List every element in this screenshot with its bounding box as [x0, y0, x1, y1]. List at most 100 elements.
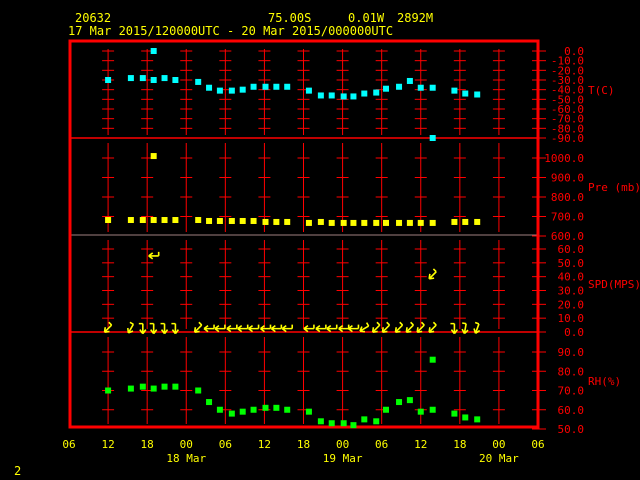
y-tick-label: 10.0 [558, 312, 585, 325]
pressure-point [373, 219, 380, 226]
humidity-point [284, 406, 291, 413]
y-tick-label: 80.0 [558, 365, 585, 378]
wind-arrow [338, 324, 350, 333]
wind-arrow [461, 322, 469, 335]
y-tick-label: 30.0 [558, 285, 585, 298]
temperature-point [406, 77, 413, 84]
humidity-point [206, 399, 213, 406]
wind-arrow [270, 324, 283, 333]
temperature-point [373, 89, 380, 96]
wind-arrow [193, 321, 203, 333]
temperature-point [172, 77, 179, 83]
humidity-point [172, 383, 179, 390]
pressure-point [150, 153, 157, 160]
x-date-label: 20 Mar [479, 452, 519, 465]
humidity-point [250, 406, 257, 413]
humidity-point [105, 387, 112, 394]
temperature-point [328, 92, 335, 99]
y-tick-label: 50.0 [558, 257, 585, 270]
pressure-point [195, 217, 202, 224]
y-tick-label: 0.0 [564, 326, 584, 339]
temperature-point [396, 83, 403, 90]
wind-arrow [315, 324, 327, 333]
panel-label-temperature: T(C) [588, 84, 615, 97]
pressure-point [250, 217, 257, 224]
wind-arrow [303, 324, 315, 333]
x-tick-label: 18 [297, 438, 310, 451]
humidity-point [239, 408, 246, 415]
wind-arrow [126, 321, 135, 334]
humidity-point [474, 416, 481, 423]
humidity-point [273, 404, 280, 411]
humidity-point [262, 404, 269, 411]
pressure-point [429, 219, 436, 226]
humidity-point [340, 420, 347, 427]
pressure-point [305, 219, 312, 226]
x-tick-label: 12 [101, 438, 114, 451]
pressure-point [127, 217, 134, 224]
temperature-point [383, 85, 390, 92]
temperature-point [451, 87, 458, 94]
y-tick-label: 70.0 [558, 385, 585, 398]
pressure-point [206, 217, 213, 224]
pressure-point [228, 217, 235, 224]
x-tick-label: 12 [258, 438, 271, 451]
pressure-point [317, 218, 324, 225]
temperature-point [150, 48, 157, 54]
wind-arrow [359, 322, 370, 333]
temperature-point [429, 135, 436, 141]
pressure-point [328, 219, 335, 226]
temperature-point [127, 75, 134, 82]
humidity-point [429, 406, 436, 413]
temperature-point [273, 83, 280, 90]
humidity-point [429, 356, 436, 363]
temperature-point [250, 83, 257, 90]
y-tick-label: 90.0 [558, 346, 585, 359]
temperature-point [139, 75, 146, 82]
temperature-point [216, 87, 223, 94]
x-tick-label: 00 [336, 438, 349, 451]
temperature-point [474, 91, 481, 98]
wind-arrow [260, 324, 272, 333]
wind-arrow [371, 321, 381, 333]
humidity-point [317, 418, 324, 425]
x-tick-label: 00 [180, 438, 193, 451]
wind-arrow [428, 321, 437, 333]
temperature-point [350, 93, 357, 100]
pressure-point [105, 217, 112, 224]
temperature-point [284, 83, 291, 90]
humidity-point [228, 410, 235, 417]
humidity-point [383, 406, 390, 413]
humidity-point [406, 397, 413, 404]
pressure-point [462, 218, 469, 225]
pressure-point [150, 217, 157, 224]
x-tick-label: 12 [414, 438, 427, 451]
humidity-point [373, 418, 380, 425]
humidity-point [451, 410, 458, 417]
wind-arrow [214, 324, 226, 333]
y-tick-label: -90.0 [551, 132, 584, 145]
x-tick-label: 06 [531, 438, 544, 451]
wind-arrow [405, 321, 414, 333]
temperature-point [417, 84, 424, 91]
y-tick-label: 600.0 [551, 230, 584, 243]
pressure-point [273, 218, 280, 225]
pressure-point [451, 218, 458, 225]
x-tick-label: 06 [375, 438, 388, 451]
wind-arrow [473, 321, 481, 334]
humidity-point [305, 408, 312, 415]
y-tick-label: 50.0 [558, 423, 585, 436]
pressure-point [417, 219, 424, 226]
pressure-point [216, 217, 223, 224]
pressure-point [350, 219, 357, 226]
temperature-point [317, 92, 324, 99]
humidity-point [417, 408, 424, 415]
panel-label-pressure: Pre (mb) [588, 181, 640, 194]
temperature-point [195, 78, 202, 85]
panel-label-wind: SPD(MPS) [588, 278, 640, 291]
wind-arrow [394, 321, 404, 333]
temperature-point [105, 77, 112, 83]
temperature-point [305, 87, 312, 94]
temperature-point [228, 87, 235, 94]
humidity-point [216, 406, 223, 413]
